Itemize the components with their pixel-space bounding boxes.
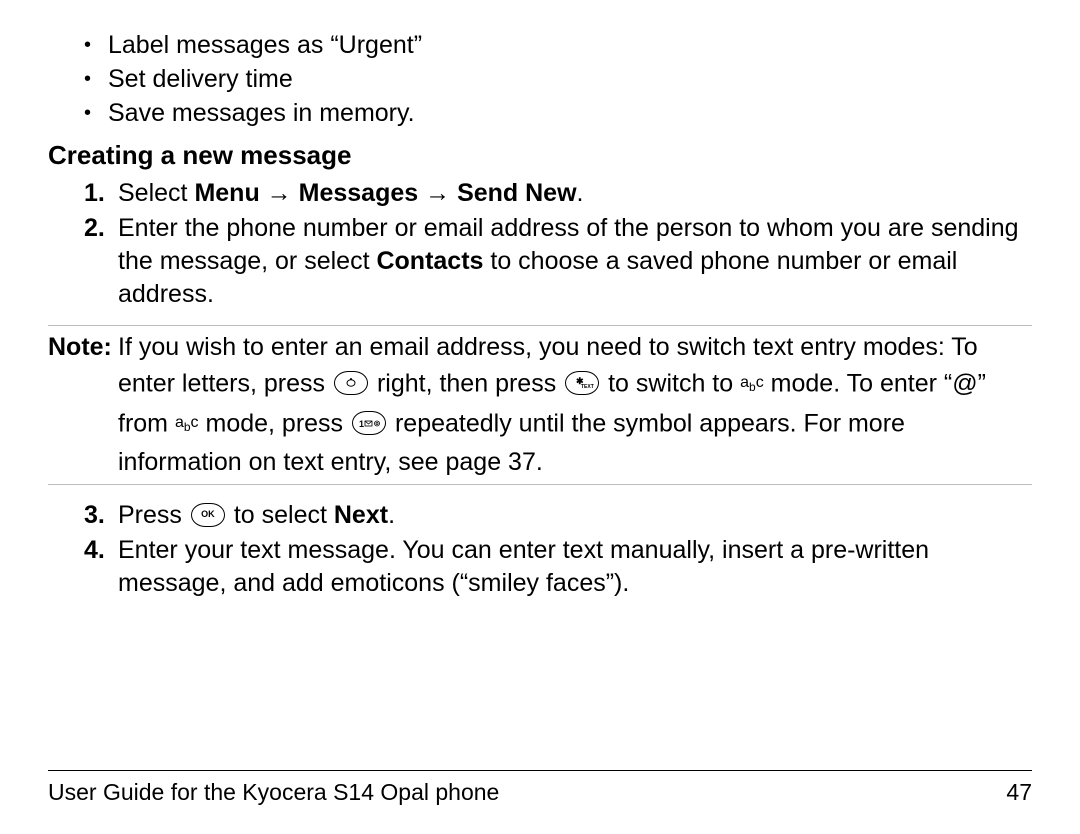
text: to switch to (608, 370, 740, 398)
document-page: • Label messages as “Urgent” • Set deliv… (0, 0, 1080, 834)
ok-key-icon: OK (191, 503, 225, 527)
bullet-dot-icon: • (84, 62, 108, 96)
star-text-key-icon: ✱ TEXT (565, 371, 599, 395)
step-2: 2. Enter the phone number or email addre… (84, 212, 1032, 311)
step-body: Press OK to select Next. (118, 499, 1032, 532)
text: . (388, 501, 395, 529)
divider (48, 484, 1032, 485)
menu-path-messages: Messages (299, 179, 419, 207)
page-footer: User Guide for the Kyocera S14 Opal phon… (48, 770, 1032, 806)
bullet-item: • Label messages as “Urgent” (84, 28, 1032, 62)
next-label: Next (334, 501, 388, 529)
ordered-list: 1. Select Menu → Messages → Send New. 2.… (84, 177, 1032, 311)
arrow-icon: → (260, 179, 299, 207)
step-4: 4. Enter your text message. You can ente… (84, 534, 1032, 600)
step-body: Select Menu → Messages → Send New. (118, 177, 1032, 210)
note-text: If you wish to enter an email address, y… (118, 330, 1032, 480)
svg-text:TEXT: TEXT (581, 384, 594, 390)
page-number: 47 (1006, 779, 1032, 806)
bullet-dot-icon: • (84, 96, 108, 130)
step-body: Enter the phone number or email address … (118, 212, 1032, 311)
section-heading: Creating a new message (48, 140, 1032, 171)
step-number: 1. (84, 177, 118, 210)
abc-mode-icon: abc (740, 374, 764, 391)
menu-path-menu: Menu (194, 179, 259, 207)
step-number: 4. (84, 534, 118, 567)
contacts-label: Contacts (376, 247, 483, 275)
bullet-list: • Label messages as “Urgent” • Set deliv… (84, 28, 1032, 130)
text: Select (118, 179, 194, 207)
text: mode, press (206, 410, 351, 438)
arrow-icon: → (418, 179, 457, 207)
step-3: 3. Press OK to select Next. (84, 499, 1032, 532)
text: right, then press (377, 370, 563, 398)
ok-key-label: OK (201, 510, 215, 519)
one-key-icon: 1 (352, 411, 386, 435)
bullet-text: Save messages in memory. (108, 96, 415, 130)
footer-title: User Guide for the Kyocera S14 Opal phon… (48, 779, 499, 806)
note-box: Note: If you wish to enter an email addr… (48, 325, 1032, 485)
step-body: Enter your text message. You can enter t… (118, 534, 1032, 600)
step-number: 2. (84, 212, 118, 245)
menu-path-send-new: Send New (457, 179, 576, 207)
note-row: Note: If you wish to enter an email addr… (48, 326, 1032, 484)
note-label: Note: (48, 330, 118, 365)
text: Press (118, 501, 189, 529)
step-number: 3. (84, 499, 118, 532)
text: to select (234, 501, 334, 529)
bullet-text: Label messages as “Urgent” (108, 28, 422, 62)
bullet-dot-icon: • (84, 28, 108, 62)
bullet-text: Set delivery time (108, 62, 293, 96)
step-1: 1. Select Menu → Messages → Send New. (84, 177, 1032, 210)
svg-text:1: 1 (359, 419, 364, 429)
abc-mode-icon: abc (175, 414, 199, 431)
bullet-item: • Save messages in memory. (84, 96, 1032, 130)
nav-key-icon (334, 371, 368, 395)
ordered-list-continued: 3. Press OK to select Next. 4. Enter you… (84, 499, 1032, 600)
bullet-item: • Set delivery time (84, 62, 1032, 96)
text: . (577, 179, 584, 207)
